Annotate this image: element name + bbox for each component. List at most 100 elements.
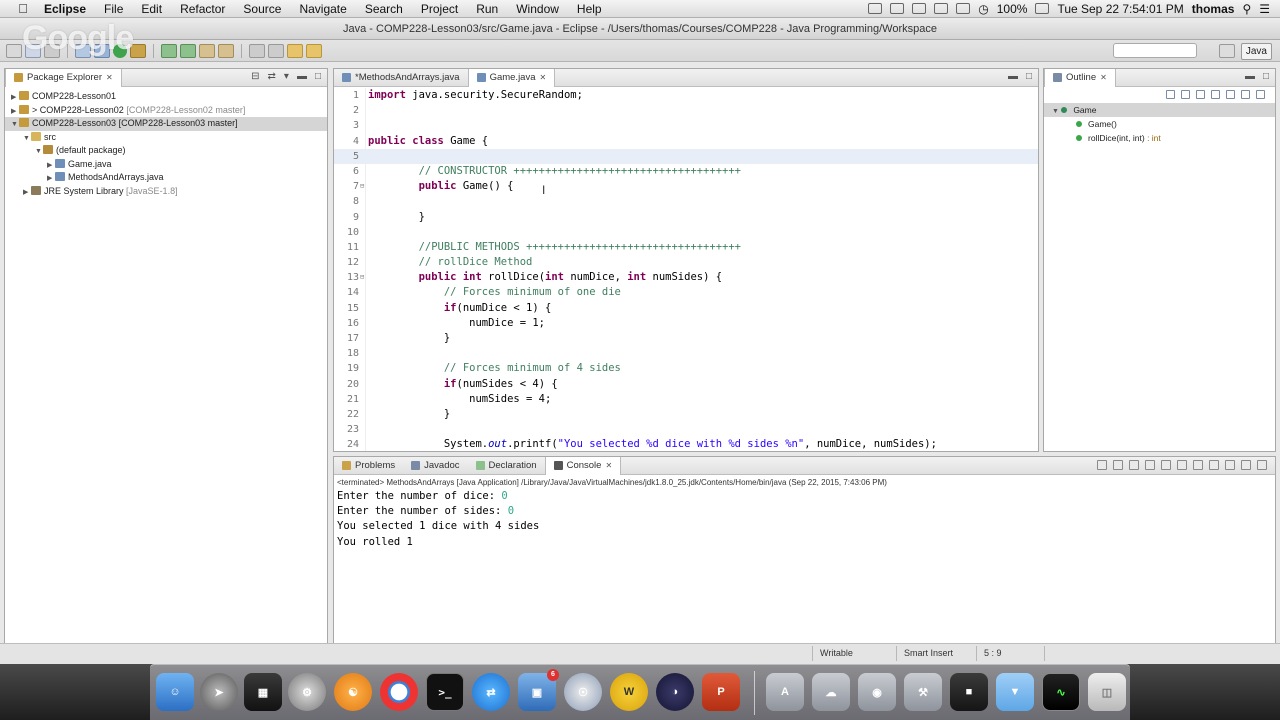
search-icon[interactable] bbox=[218, 43, 234, 58]
expand-arrow-icon[interactable]: ▶ bbox=[47, 159, 55, 173]
documents-folder-icon[interactable]: ☁ bbox=[812, 673, 850, 711]
code-line[interactable]: 16 numDice = 1; bbox=[334, 316, 1038, 331]
wireless-diagnostics-icon[interactable]: W bbox=[610, 673, 648, 711]
screen-recording-icon[interactable]: ■ bbox=[950, 673, 988, 711]
network-utility-icon[interactable]: ☉ bbox=[564, 673, 602, 711]
code-line[interactable]: 18 bbox=[334, 346, 1038, 361]
code-line[interactable]: 14 // Forces minimum of one die bbox=[334, 285, 1038, 300]
preview-icon[interactable]: ▣ 6 bbox=[518, 669, 559, 711]
expand-arrow-icon[interactable]: ▶ bbox=[47, 172, 55, 186]
wifi-icon[interactable]: ◷ bbox=[978, 2, 988, 16]
code-line[interactable]: 6 // CONSTRUCTOR +++++++++++++++++++++++… bbox=[334, 164, 1038, 179]
word-wrap-icon[interactable] bbox=[1177, 460, 1187, 470]
back-icon[interactable] bbox=[287, 43, 303, 58]
code-line[interactable]: 8 bbox=[334, 194, 1038, 209]
sort-icon[interactable] bbox=[1166, 90, 1175, 99]
tab-problems[interactable]: Problems bbox=[334, 457, 403, 475]
applications-folder-icon[interactable]: A bbox=[766, 673, 804, 711]
launchpad-icon[interactable]: ➤ bbox=[200, 673, 238, 711]
eclipse-icon[interactable]: ◑ bbox=[656, 673, 694, 711]
code-line[interactable]: 21 numSides = 4; bbox=[334, 392, 1038, 407]
outline-item-method[interactable]: rollDice(int, int) : int bbox=[1044, 131, 1275, 145]
powerpoint-icon[interactable]: P bbox=[702, 673, 740, 711]
teamviewer-icon[interactable]: ⇄ bbox=[472, 673, 510, 711]
code-line[interactable]: 12 // rollDice Method bbox=[334, 255, 1038, 270]
maximize-icon[interactable]: □ bbox=[1026, 71, 1032, 82]
code-line[interactable]: 7 ⊟ public Game() { bbox=[334, 179, 1038, 194]
tab-declaration[interactable]: Declaration bbox=[468, 457, 545, 475]
link-with-editor-icon[interactable]: ⇄ bbox=[268, 71, 276, 82]
next-annotation-icon[interactable] bbox=[249, 43, 265, 58]
code-line[interactable]: 23 bbox=[334, 422, 1038, 437]
outline-item-method[interactable]: Game() bbox=[1044, 117, 1275, 131]
hide-fields-icon[interactable] bbox=[1181, 90, 1190, 99]
menu-window[interactable]: Window bbox=[507, 2, 568, 16]
fold-toggle-icon[interactable]: ⊟ bbox=[360, 270, 364, 285]
code-line[interactable]: 17 } bbox=[334, 331, 1038, 346]
apple-menu-icon[interactable]:  bbox=[12, 1, 34, 16]
code-line[interactable]: 19 // Forces minimum of 4 sides bbox=[334, 361, 1038, 376]
menu-file[interactable]: File bbox=[95, 2, 132, 16]
expand-arrow-icon[interactable]: ▶ bbox=[11, 91, 19, 105]
scroll-lock-icon[interactable] bbox=[1161, 460, 1171, 470]
status-icon[interactable] bbox=[890, 3, 905, 14]
tree-item-library[interactable]: ▶ JRE System Library [JavaSE-1.8] bbox=[5, 185, 327, 199]
tab-outline[interactable]: Outline ✕ bbox=[1044, 68, 1116, 87]
remove-all-terminated-icon[interactable] bbox=[1129, 460, 1139, 470]
console-output[interactable]: Enter the number of dice: 0 Enter the nu… bbox=[334, 489, 1275, 550]
tab-methods-and-arrays[interactable]: *MethodsAndArrays.java bbox=[334, 69, 468, 87]
tree-item-project[interactable]: ▶ COMP228-Lesson01 bbox=[5, 90, 327, 104]
open-perspective-icon[interactable] bbox=[1218, 44, 1235, 58]
clock[interactable]: Tue Sep 22 7:54:01 PM bbox=[1057, 2, 1183, 16]
code-line[interactable]: 15 if(numDice < 1) { bbox=[334, 301, 1038, 316]
tab-game-java[interactable]: Game.java ✕ bbox=[467, 68, 556, 87]
view-menu-icon[interactable]: ▾ bbox=[284, 71, 289, 82]
pin-console-icon[interactable] bbox=[1193, 460, 1203, 470]
menu-refactor[interactable]: Refactor bbox=[171, 2, 234, 16]
code-line[interactable]: 5 bbox=[334, 148, 1038, 164]
tree-item-project[interactable]: ▶ > COMP228-Lesson02 [COMP228-Lesson02 ma… bbox=[5, 104, 327, 118]
hide-local-types-icon[interactable] bbox=[1226, 90, 1235, 99]
code-line[interactable]: 9 } bbox=[334, 210, 1038, 225]
maximize-icon[interactable]: □ bbox=[315, 71, 321, 82]
collapse-arrow-icon[interactable]: ▼ bbox=[1052, 108, 1059, 115]
collapse-arrow-icon[interactable]: ▼ bbox=[35, 145, 43, 159]
battery-icon[interactable] bbox=[1035, 3, 1050, 14]
close-icon[interactable]: ✕ bbox=[540, 69, 547, 87]
code-line[interactable]: 3 bbox=[334, 118, 1038, 133]
code-line[interactable]: 4 public class Game { bbox=[334, 134, 1038, 149]
activity-monitor-icon[interactable]: ∿ bbox=[1042, 673, 1080, 711]
finder-icon[interactable]: ☺ bbox=[156, 673, 194, 711]
code-line[interactable]: 10 bbox=[334, 225, 1038, 240]
chrome-icon[interactable] bbox=[380, 673, 418, 711]
user-name[interactable]: thomas bbox=[1192, 2, 1235, 16]
display-selected-console-icon[interactable] bbox=[1209, 460, 1219, 470]
code-editor[interactable]: 1 import java.security.SecureRandom; 2 3 4 pu… bbox=[334, 88, 1038, 451]
tab-console[interactable]: Console ✕ bbox=[544, 456, 622, 475]
status-icon[interactable] bbox=[956, 3, 971, 14]
spotlight-icon[interactable]: ⚲ bbox=[1242, 2, 1251, 16]
menu-edit[interactable]: Edit bbox=[132, 2, 171, 16]
close-icon[interactable]: ✕ bbox=[1100, 69, 1107, 87]
previous-annotation-icon[interactable] bbox=[268, 43, 284, 58]
maximize-icon[interactable]: □ bbox=[1263, 71, 1269, 82]
new-icon[interactable] bbox=[6, 43, 22, 58]
code-line[interactable]: 1 import java.security.SecureRandom; bbox=[334, 88, 1038, 103]
open-type-icon[interactable] bbox=[199, 43, 215, 58]
ibooks-icon[interactable]: ☯ bbox=[334, 673, 372, 711]
view-menu-icon[interactable] bbox=[1256, 90, 1265, 99]
menu-search[interactable]: Search bbox=[356, 2, 412, 16]
close-icon[interactable]: ✕ bbox=[106, 69, 113, 87]
clear-console-icon[interactable] bbox=[1145, 460, 1155, 470]
system-preferences-icon[interactable]: ⚙ bbox=[288, 673, 326, 711]
tree-item-src[interactable]: ▼ src bbox=[5, 131, 327, 145]
collapse-arrow-icon[interactable]: ▼ bbox=[11, 118, 19, 132]
open-console-icon[interactable] bbox=[1225, 460, 1235, 470]
code-line[interactable]: 11 //PUBLIC METHODS ++++++++++++++++++++… bbox=[334, 240, 1038, 255]
close-icon[interactable]: ✕ bbox=[605, 457, 612, 475]
menu-help[interactable]: Help bbox=[568, 2, 611, 16]
menu-app-name[interactable]: Eclipse bbox=[34, 2, 95, 16]
tree-item-project[interactable]: ▼ COMP228-Lesson03 [COMP228-Lesson03 mast… bbox=[5, 117, 327, 131]
code-line[interactable]: 20 if(numSides < 4) { bbox=[334, 377, 1038, 392]
status-icon[interactable] bbox=[912, 3, 927, 14]
